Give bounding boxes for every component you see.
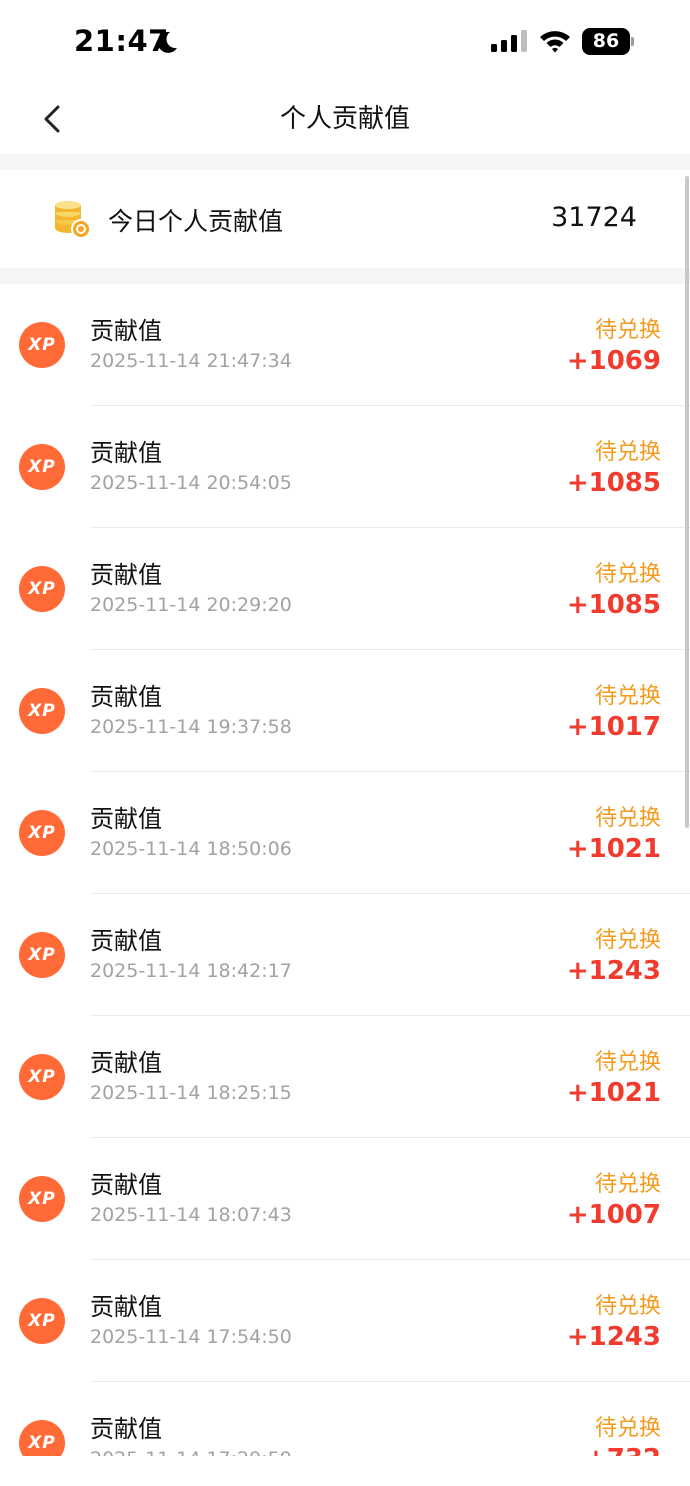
record-time: 2025-11-14 20:54:05: [90, 472, 292, 494]
record-amount: +1243: [566, 1322, 661, 1352]
record-row[interactable]: XP 贡献值 2025-11-14 20:29:20 待兑换 +1085: [0, 528, 690, 650]
record-amount: +1017: [566, 712, 661, 742]
battery-tip: [631, 37, 634, 46]
signal-icon: [491, 30, 527, 52]
summary-label: 今日个人贡献值: [108, 207, 284, 236]
record-status: 待兑换: [594, 318, 661, 343]
xp-badge-icon: XP: [19, 688, 65, 734]
record-time: 2025-11-14 20:29:20: [90, 594, 292, 616]
xp-badge-icon: XP: [19, 566, 65, 612]
coin-stack-icon: [55, 201, 91, 239]
record-title: 贡献值: [90, 927, 162, 955]
record-amount: +1021: [566, 1078, 661, 1108]
xp-badge-icon: XP: [19, 444, 65, 490]
xp-badge-icon: XP: [19, 1420, 65, 1456]
battery-level: 86: [582, 28, 630, 55]
xp-badge-icon: XP: [19, 810, 65, 856]
record-row[interactable]: XP 贡献值 2025-11-14 18:07:43 待兑换 +1007: [0, 1138, 690, 1260]
record-row[interactable]: XP 贡献值 2025-11-14 19:37:58 待兑换 +1017: [0, 650, 690, 772]
record-time: 2025-11-14 18:42:17: [90, 960, 292, 982]
record-status: 待兑换: [594, 1294, 661, 1319]
record-row[interactable]: XP 贡献值 2025-11-14 18:50:06 待兑换 +1021: [0, 772, 690, 894]
record-time: 2025-11-14 18:50:06: [90, 838, 292, 860]
section-gap: [0, 154, 690, 170]
record-row[interactable]: XP 贡献值 2025-11-14 17:54:50 待兑换 +1243: [0, 1260, 690, 1382]
wifi-icon: [540, 31, 570, 53]
record-time: 2025-11-14 17:29:59: [90, 1448, 292, 1456]
record-amount: +1007: [566, 1200, 661, 1230]
record-status: 待兑换: [594, 1050, 661, 1075]
record-title: 贡献值: [90, 805, 162, 833]
today-summary: 今日个人贡献值 31724: [0, 170, 690, 268]
battery-indicator: 86: [582, 28, 634, 55]
record-status: 待兑换: [594, 684, 661, 709]
record-row[interactable]: XP 贡献值 2025-11-14 21:47:34 待兑换 +1069: [0, 284, 690, 406]
record-title: 贡献值: [90, 1171, 162, 1199]
xp-badge-icon: XP: [19, 1298, 65, 1344]
record-time: 2025-11-14 21:47:34: [90, 350, 292, 372]
record-status: 待兑换: [594, 440, 661, 465]
record-amount: +732: [585, 1444, 661, 1456]
record-time: 2025-11-14 18:07:43: [90, 1204, 292, 1226]
status-bar: 21:47 86: [0, 0, 690, 84]
record-title: 贡献值: [90, 317, 162, 345]
record-amount: +1021: [566, 834, 661, 864]
xp-badge-icon: XP: [19, 322, 65, 368]
back-chevron-icon[interactable]: [40, 104, 64, 134]
xp-badge-icon: XP: [19, 932, 65, 978]
contribution-page: 21:47 86 个人贡献值 今日个人贡献值 31724 XP 贡献值 2025…: [0, 0, 690, 1486]
record-row[interactable]: XP 贡献值 2025-11-14 20:54:05 待兑换 +1085: [0, 406, 690, 528]
page-title: 个人贡献值: [279, 104, 410, 134]
record-status: 待兑换: [594, 928, 661, 953]
xp-badge-icon: XP: [19, 1054, 65, 1100]
record-title: 贡献值: [90, 1049, 162, 1077]
record-amount: +1085: [566, 468, 661, 498]
summary-value: 31724: [551, 202, 637, 233]
record-row[interactable]: XP 贡献值 2025-11-14 18:25:15 待兑换 +1021: [0, 1016, 690, 1138]
scrollbar[interactable]: [685, 176, 689, 828]
record-title: 贡献值: [90, 1415, 162, 1443]
record-amount: +1085: [566, 590, 661, 620]
record-time: 2025-11-14 18:25:15: [90, 1082, 292, 1104]
record-title: 贡献值: [90, 1293, 162, 1321]
record-title: 贡献值: [90, 561, 162, 589]
record-status: 待兑换: [594, 562, 661, 587]
record-list: XP 贡献值 2025-11-14 21:47:34 待兑换 +1069 XP 贡献值 202…: [0, 284, 690, 1456]
record-row[interactable]: XP 贡献值 2025-11-14 17:29:59 待兑换 +732: [0, 1382, 690, 1456]
xp-badge-icon: XP: [19, 1176, 65, 1222]
record-title: 贡献值: [90, 439, 162, 467]
nav-bar: 个人贡献值: [0, 84, 690, 154]
record-amount: +1243: [566, 956, 661, 986]
record-row[interactable]: XP 贡献值 2025-11-14 18:42:17 待兑换 +1243: [0, 894, 690, 1016]
moon-icon: [157, 31, 177, 53]
section-gap: [0, 268, 690, 284]
record-status: 待兑换: [594, 1172, 661, 1197]
record-status: 待兑换: [594, 1416, 661, 1441]
record-time: 2025-11-14 19:37:58: [90, 716, 292, 738]
record-status: 待兑换: [594, 806, 661, 831]
record-amount: +1069: [566, 346, 661, 376]
record-title: 贡献值: [90, 683, 162, 711]
record-time: 2025-11-14 17:54:50: [90, 1326, 292, 1348]
